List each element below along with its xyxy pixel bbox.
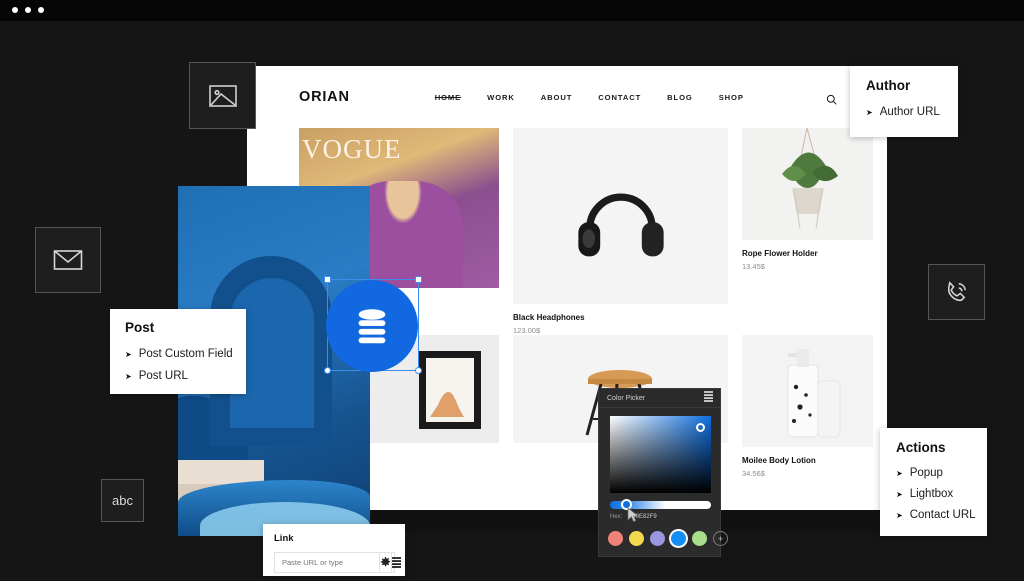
color-picker-panel: Color Picker Hex: #0E82F9 + <box>598 388 728 557</box>
author-card: Author ➤ Author URL <box>850 66 958 137</box>
actions-card-item-label: Popup <box>909 467 943 479</box>
actions-card-item-label: Contact URL <box>909 509 976 521</box>
chevron-right-icon: ➤ <box>125 371 132 381</box>
product-cell-lotion[interactable]: Moilee Body Lotion 34.56$ <box>742 335 873 478</box>
actions-card-item-label: Lightbox <box>909 488 954 500</box>
hex-value[interactable]: #0E82F9 <box>632 514 656 520</box>
text-icon-label: abc <box>112 493 133 508</box>
design-canvas: ORIAN HOME WORK ABOUT CONTACT BLOG SHOP <box>0 21 1024 581</box>
link-card: Link <box>263 524 405 576</box>
product-price: 123.00$ <box>513 326 541 335</box>
chevron-right-icon: ➤ <box>896 489 903 499</box>
list-icon[interactable] <box>704 389 713 407</box>
nav-item-work[interactable]: WORK <box>487 93 515 102</box>
product-title: Rope Flower Holder <box>742 249 818 258</box>
selection-handle-top-right[interactable] <box>415 276 422 283</box>
post-card: Post ➤ Post Custom Field ➤ Post URL <box>110 309 246 394</box>
swatch-green[interactable] <box>692 531 707 546</box>
chevron-right-icon: ➤ <box>866 107 873 117</box>
actions-card-item-contact-url[interactable]: ➤ Contact URL <box>896 509 987 521</box>
color-picker-header: Color Picker <box>599 389 720 408</box>
window-controls[interactable] <box>12 7 44 13</box>
list-icon[interactable] <box>391 552 401 573</box>
nav-item-home[interactable]: HOME <box>435 93 461 102</box>
selection-handle-top-left[interactable] <box>324 276 331 283</box>
product-cell-plant[interactable]: Rope Flower Holder 13.45$ <box>742 128 873 335</box>
window-dot-1[interactable] <box>12 7 18 13</box>
hex-value-row: Hex: #0E82F9 <box>610 514 657 520</box>
database-icon[interactable] <box>326 280 418 372</box>
window-dot-3[interactable] <box>38 7 44 13</box>
window-dot-2[interactable] <box>25 7 31 13</box>
link-input-row <box>274 552 401 573</box>
product-price: 34.56$ <box>742 469 765 478</box>
plant-image <box>742 128 873 240</box>
phone-icon[interactable] <box>928 264 985 320</box>
headphones-image <box>513 128 728 304</box>
poster-step-1 <box>178 460 264 484</box>
swatch-purple[interactable] <box>650 531 665 546</box>
text-icon[interactable]: abc <box>101 479 144 522</box>
link-url-input[interactable] <box>275 558 379 567</box>
author-card-item-author-url[interactable]: ➤ Author URL <box>866 106 958 118</box>
site-navbar: ORIAN HOME WORK ABOUT CONTACT BLOG SHOP <box>247 66 887 128</box>
actions-card-item-popup[interactable]: ➤ Popup <box>896 467 987 479</box>
nav-item-about[interactable]: ABOUT <box>541 93 573 102</box>
post-card-title: Post <box>125 320 155 335</box>
chevron-right-icon: ➤ <box>125 349 132 359</box>
chevron-right-icon: ➤ <box>896 510 903 520</box>
mail-icon[interactable] <box>35 227 101 293</box>
vogue-wordmark: VOGUE <box>302 134 402 164</box>
lotion-bottle-illustration <box>787 349 841 438</box>
nav-item-blog[interactable]: BLOG <box>667 93 693 102</box>
actions-card-item-lightbox[interactable]: ➤ Lightbox <box>896 488 987 500</box>
lotion-image <box>742 335 873 447</box>
link-card-title: Link <box>274 533 294 544</box>
hanging-plant-illustration <box>782 128 838 229</box>
color-picker-title: Color Picker <box>607 394 646 402</box>
add-swatch-button[interactable]: + <box>713 531 728 546</box>
swatch-yellow[interactable] <box>629 531 644 546</box>
gear-icon[interactable] <box>379 552 391 573</box>
author-card-title: Author <box>866 78 911 93</box>
window-titlebar <box>0 0 1024 21</box>
saturation-handle[interactable] <box>696 423 705 432</box>
hex-label: Hex: <box>610 514 623 520</box>
post-card-item-post-url[interactable]: ➤ Post URL <box>125 370 246 382</box>
selection-handle-bottom-left[interactable] <box>324 367 331 374</box>
post-card-item-label: Post URL <box>138 370 188 382</box>
app-stage: ORIAN HOME WORK ABOUT CONTACT BLOG SHOP <box>0 0 1024 581</box>
product-cell-headphones[interactable]: Black Headphones 123.00$ <box>513 128 728 335</box>
swatch-salmon[interactable] <box>608 531 623 546</box>
author-card-item-label: Author URL <box>879 106 940 118</box>
product-title: Black Headphones <box>513 313 585 322</box>
actions-card-title: Actions <box>896 440 946 455</box>
product-title: Moilee Body Lotion <box>742 456 816 465</box>
swatch-blue-selected[interactable] <box>671 531 686 546</box>
search-icon[interactable] <box>826 92 837 110</box>
nav-item-contact[interactable]: CONTACT <box>598 93 641 102</box>
saturation-value-area[interactable] <box>610 416 711 493</box>
product-price: 13.45$ <box>742 262 765 271</box>
post-card-item-label: Post Custom Field <box>138 348 233 360</box>
image-icon[interactable] <box>189 62 256 129</box>
nav-item-shop[interactable]: SHOP <box>719 93 744 102</box>
headphones-illustration <box>577 193 664 256</box>
site-logo[interactable]: ORIAN <box>299 89 350 105</box>
post-card-item-custom-field[interactable]: ➤ Post Custom Field <box>125 348 246 360</box>
color-swatches: + <box>608 531 728 546</box>
chevron-right-icon: ➤ <box>896 468 903 478</box>
actions-card: Actions ➤ Popup ➤ Lightbox ➤ Contact URL <box>880 428 987 536</box>
site-nav-links: HOME WORK ABOUT CONTACT BLOG SHOP <box>435 93 744 102</box>
selection-handle-bottom-right[interactable] <box>415 367 422 374</box>
